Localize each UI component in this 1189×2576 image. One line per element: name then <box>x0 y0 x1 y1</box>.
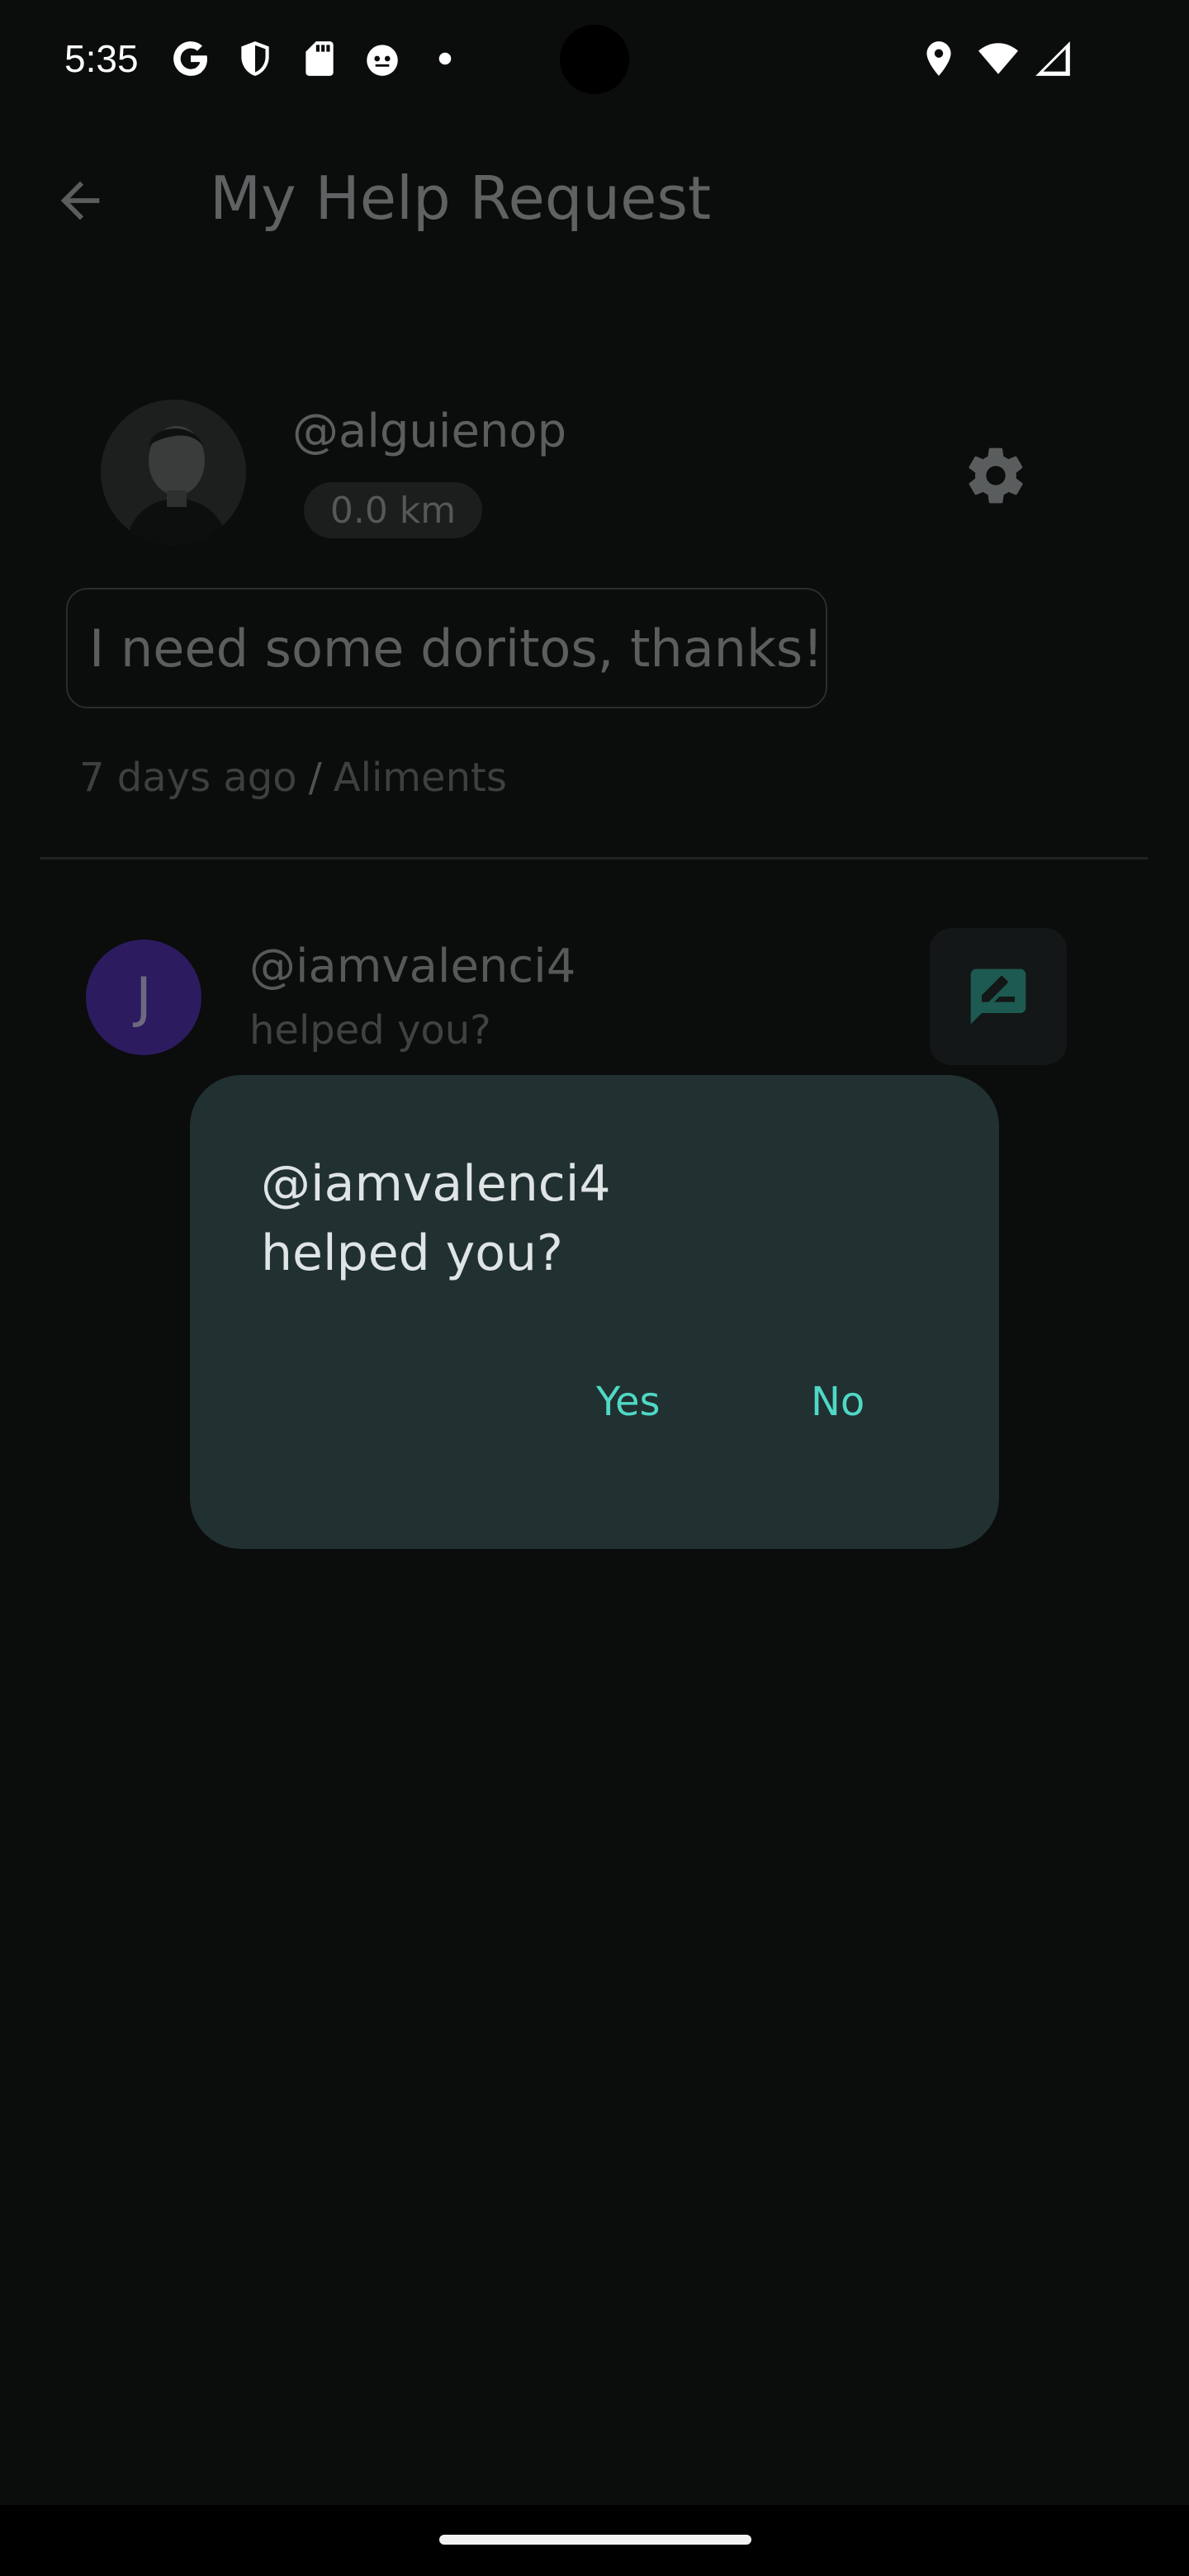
request-message-box: I need some doritos, thanks! <box>66 588 827 708</box>
time-ago: 7 days ago <box>79 755 297 801</box>
camera-cutout <box>560 25 629 94</box>
distance-label: 0.0 km <box>329 489 457 532</box>
google-icon <box>173 41 207 76</box>
yes-button[interactable]: Yes <box>596 1379 660 1425</box>
helper-initial: J <box>135 965 152 1030</box>
request-meta: 7 days ago / Aliments <box>79 755 507 801</box>
wifi-icon <box>978 43 1018 74</box>
helped-confirmation-dialog: @iamvalenci4 helped you? Yes No <box>190 1075 999 1549</box>
screen: 5:35 My Help Request @alguienop 0.0 km I… <box>0 0 1189 2576</box>
dialog-line-username: @iamvalenci4 <box>261 1155 611 1213</box>
signal-icon <box>1035 41 1070 76</box>
meta-separator: / <box>308 755 322 801</box>
rate-helper-button[interactable] <box>930 928 1067 1065</box>
cat-icon <box>367 45 398 76</box>
requester-photo <box>101 400 246 545</box>
helper-username: @iamvalenci4 <box>249 940 576 993</box>
status-bar: 5:35 <box>0 0 1189 124</box>
category-label: Aliments <box>333 755 507 801</box>
dialog-line-question: helped you? <box>261 1224 563 1282</box>
requester-username: @alguienop <box>292 405 567 458</box>
status-time: 5:35 <box>64 37 139 80</box>
no-button[interactable]: No <box>811 1379 865 1425</box>
requester-avatar[interactable] <box>101 400 246 545</box>
back-arrow-icon[interactable] <box>51 172 109 230</box>
divider <box>40 857 1148 859</box>
gear-icon[interactable] <box>963 443 1029 509</box>
request-message: I need some doritos, thanks! <box>89 618 824 679</box>
rate-review-icon <box>970 968 1026 1025</box>
dot-icon <box>438 52 452 65</box>
page-title: My Help Request <box>210 163 712 233</box>
helper-avatar[interactable]: J <box>86 940 201 1055</box>
distance-chip: 0.0 km <box>304 482 482 538</box>
sd-card-icon <box>306 41 334 76</box>
home-gesture-handle[interactable] <box>439 2535 751 2545</box>
helper-subtitle: helped you? <box>249 1007 491 1054</box>
dialog-message: @iamvalenci4 helped you? <box>261 1149 921 1288</box>
location-icon <box>926 41 951 76</box>
shield-icon <box>241 41 269 76</box>
